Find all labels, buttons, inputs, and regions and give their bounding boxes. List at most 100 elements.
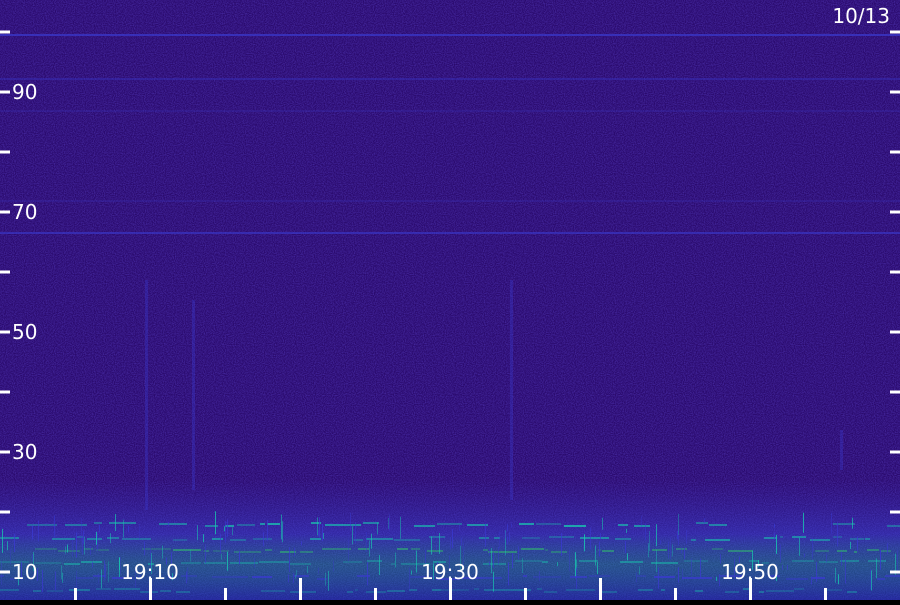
- activity-segment: [96, 588, 111, 590]
- activity-segment: [159, 523, 187, 525]
- activity-spike: [452, 529, 453, 549]
- y-minor-tick-left: [0, 30, 10, 34]
- x-tick: [824, 588, 827, 600]
- activity-spike: [812, 537, 813, 559]
- activity-spike: [625, 541, 626, 554]
- activity-segment: [792, 536, 806, 538]
- activity-segment: [847, 591, 857, 593]
- activity-spike: [388, 517, 389, 529]
- activity-spike: [431, 536, 432, 555]
- activity-spike: [215, 511, 216, 535]
- activity-segment: [877, 578, 885, 580]
- activity-spike: [65, 546, 66, 554]
- activity-spike: [804, 553, 805, 558]
- activity-segment: [394, 539, 420, 541]
- activity-segment: [357, 575, 370, 577]
- activity-segment: [261, 590, 285, 592]
- activity-spike: [627, 553, 628, 561]
- activity-spike: [289, 547, 290, 573]
- x-tick: [524, 588, 527, 600]
- activity-segment: [854, 551, 857, 553]
- y-minor-tick-right: [890, 270, 900, 274]
- activity-spike: [409, 567, 410, 591]
- activity-segment: [712, 548, 723, 550]
- activity-spike: [123, 519, 124, 538]
- activity-segment: [109, 522, 136, 524]
- activity-segment: [881, 550, 891, 552]
- activity-spike: [691, 558, 692, 576]
- activity-segment: [794, 588, 804, 590]
- activity-spike: [293, 572, 294, 583]
- activity-spike: [539, 571, 540, 582]
- activity-spike: [371, 533, 372, 549]
- activity-segment: [638, 589, 653, 591]
- activity-spike: [319, 517, 320, 538]
- activity-segment: [484, 589, 513, 591]
- activity-segment: [205, 525, 218, 527]
- activity-spike: [187, 567, 188, 581]
- activity-segment: [35, 548, 57, 550]
- y-tick-label: 10: [12, 560, 37, 584]
- activity-spike: [887, 543, 888, 555]
- activity-spike: [626, 528, 627, 533]
- activity-spike: [281, 514, 282, 540]
- activity-segment: [173, 539, 187, 541]
- activity-spike: [55, 571, 56, 591]
- activity-segment: [786, 578, 808, 580]
- activity-segment: [87, 538, 102, 540]
- activity-segment: [265, 549, 272, 551]
- activity-segment: [290, 563, 311, 565]
- activity-segment: [602, 550, 614, 552]
- activity-spike: [239, 551, 240, 565]
- activity-spike: [459, 524, 460, 531]
- x-tick-label: 19:30: [421, 560, 479, 584]
- activity-segment: [564, 525, 586, 527]
- activity-segment: [887, 525, 900, 527]
- activity-segment: [300, 551, 313, 553]
- activity-spike: [2, 528, 3, 553]
- activity-spike: [649, 531, 650, 552]
- activity-segment: [521, 548, 544, 550]
- activity-spike: [782, 564, 783, 570]
- activity-spike: [115, 514, 116, 532]
- activity-segment: [682, 577, 712, 579]
- activity-segment: [825, 589, 842, 591]
- y-minor-tick-right: [890, 390, 900, 394]
- y-tick-right: [890, 570, 900, 574]
- activity-segment: [551, 551, 567, 553]
- activity-segment: [347, 591, 353, 593]
- activity-spike: [678, 535, 679, 546]
- activity-spike: [301, 541, 302, 546]
- activity-segment: [652, 549, 667, 551]
- x-tick-label: 19:50: [721, 560, 779, 584]
- activity-spike: [838, 574, 839, 585]
- activity-segment: [343, 524, 361, 526]
- activity-segment: [728, 550, 753, 552]
- activity-segment: [432, 589, 441, 591]
- activity-segment: [230, 539, 246, 541]
- activity-segment: [411, 548, 420, 550]
- activity-segment: [437, 523, 462, 525]
- activity-segment: [695, 590, 703, 592]
- activity-spike: [774, 532, 775, 540]
- activity-spike: [400, 516, 401, 539]
- activity-segment: [467, 524, 488, 526]
- activity-spike: [439, 532, 440, 554]
- activity-spike: [97, 532, 98, 552]
- activity-segment: [522, 537, 540, 539]
- y-minor-tick-right: [890, 510, 900, 514]
- activity-segment: [33, 590, 41, 592]
- activity-spike: [639, 566, 640, 575]
- activity-spike: [318, 567, 319, 574]
- activity-spike: [897, 549, 898, 573]
- activity-spike: [870, 569, 871, 590]
- activity-spike: [62, 572, 63, 583]
- activity-segment: [766, 590, 794, 592]
- activity-spike: [672, 544, 673, 557]
- activity-spike: [225, 520, 226, 543]
- activity-spike: [668, 541, 669, 559]
- activity-spike: [10, 548, 11, 565]
- y-tick-right: [890, 330, 900, 334]
- y-tick-left: [0, 450, 10, 454]
- activity-segment: [515, 560, 542, 562]
